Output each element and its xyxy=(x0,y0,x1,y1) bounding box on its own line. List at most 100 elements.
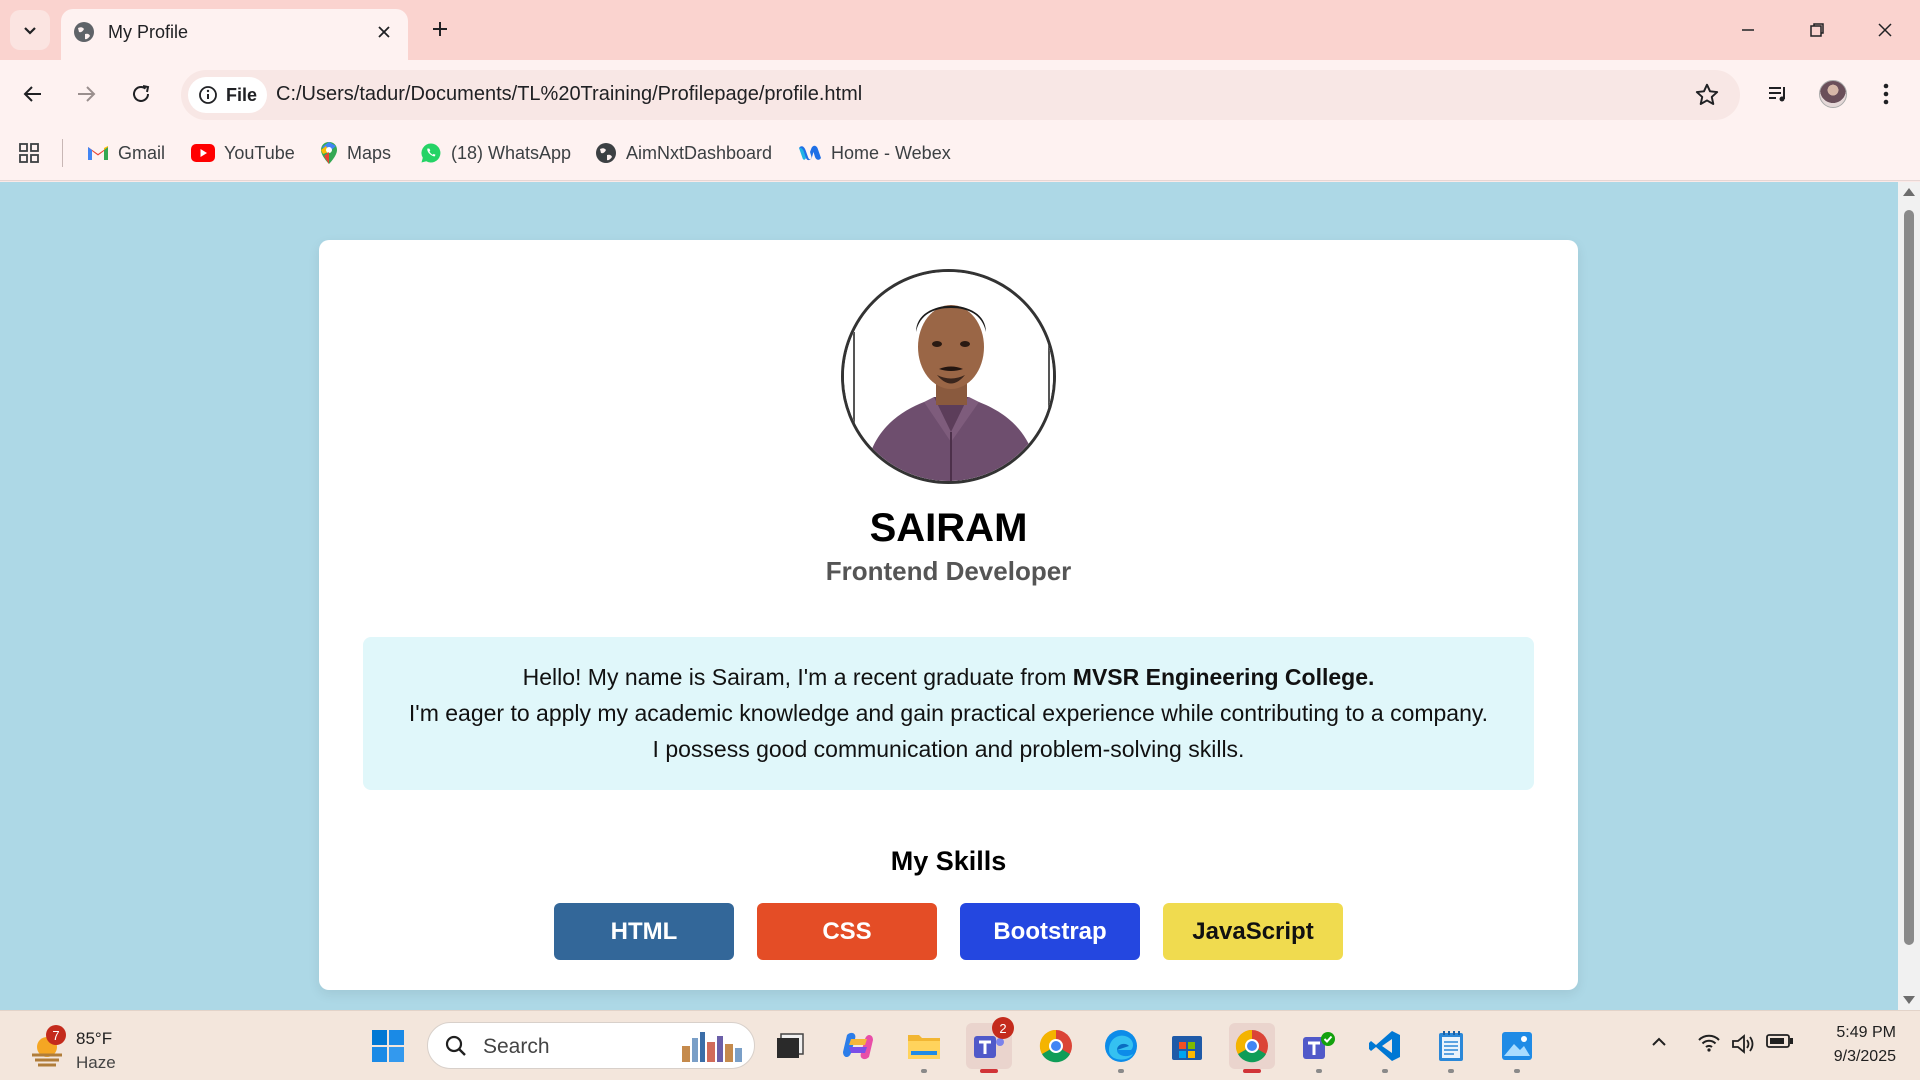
task-view-icon xyxy=(777,1033,804,1058)
bookmark-aimnxtdashboard[interactable]: AimNxtDashboard xyxy=(595,138,772,168)
taskbar-microsoft-store[interactable] xyxy=(1164,1023,1210,1069)
skill-badge-html[interactable]: HTML xyxy=(554,903,734,960)
vscode-icon xyxy=(1369,1031,1400,1061)
battery-status[interactable] xyxy=(1766,1033,1794,1049)
bookmarks-divider xyxy=(62,139,63,167)
taskbar-search[interactable]: Search xyxy=(427,1022,755,1069)
browser-menu-button[interactable] xyxy=(1866,74,1906,114)
windows-taskbar: 7 85°F Haze Search 2 5:49 PM 9/3/2025 xyxy=(0,1010,1920,1080)
about-line-1-text: Hello! My name is Sairam, I'm a recent g… xyxy=(522,664,1073,690)
skills-list: HTML CSS Bootstrap JavaScript xyxy=(319,903,1578,960)
tab-my-profile[interactable]: My Profile xyxy=(61,9,408,60)
bookmark-label: Gmail xyxy=(118,142,166,163)
chevron-up-icon xyxy=(1652,1037,1666,1046)
profile-button[interactable] xyxy=(1813,74,1853,114)
bookmark-gmail[interactable]: Gmail xyxy=(87,138,165,168)
folder-icon xyxy=(908,1035,940,1059)
running-indicator xyxy=(921,1069,927,1073)
windows-logo-icon xyxy=(372,1030,404,1062)
profile-name: SAIRAM xyxy=(869,506,1028,550)
site-info-chip[interactable]: File xyxy=(188,77,267,113)
start-button[interactable] xyxy=(365,1023,411,1069)
profile-card: SAIRAM Frontend Developer Hello! My name… xyxy=(319,240,1578,990)
browser-toolbar: File C:/Users/tadur/Documents/TL%20Train… xyxy=(0,60,1920,127)
bookmark-maps[interactable]: Maps xyxy=(320,138,391,168)
notepad-icon xyxy=(1439,1031,1463,1061)
weather-widget[interactable]: 7 85°F Haze xyxy=(26,1019,136,1073)
whatsapp-icon xyxy=(421,143,441,163)
close-tab-button[interactable] xyxy=(372,20,396,44)
taskbar-teams-personal[interactable] xyxy=(1296,1023,1342,1073)
bookmark-whatsapp[interactable]: (18) WhatsApp xyxy=(420,138,571,168)
arrow-right-icon xyxy=(78,86,96,102)
media-control-button[interactable] xyxy=(1758,74,1798,114)
teams-notification-badge: 2 xyxy=(992,1017,1014,1039)
taskbar-task-view[interactable] xyxy=(767,1023,813,1069)
taskbar-photos[interactable] xyxy=(1494,1023,1540,1073)
volume-control[interactable] xyxy=(1731,1033,1757,1055)
taskbar-vscode[interactable] xyxy=(1362,1023,1408,1073)
tab-title: My Profile xyxy=(108,22,189,42)
teams-icon xyxy=(1303,1032,1335,1059)
chevron-down-icon xyxy=(24,27,36,35)
apps-button[interactable] xyxy=(18,138,40,168)
profile-photo-image xyxy=(844,272,1053,481)
bookmark-star-button[interactable] xyxy=(1694,82,1720,113)
minimize-icon xyxy=(1742,29,1754,31)
wifi-status[interactable] xyxy=(1697,1033,1721,1053)
running-indicator xyxy=(1382,1069,1388,1073)
skill-badge-css[interactable]: CSS xyxy=(757,903,937,960)
forward-button[interactable] xyxy=(66,74,106,114)
clock-time: 5:49 PM xyxy=(1836,1024,1896,1041)
star-icon xyxy=(1695,83,1719,105)
bookmark-label: Home - Webex xyxy=(831,142,951,163)
webex-icon xyxy=(799,145,821,161)
gmail-icon xyxy=(88,146,108,160)
reload-icon xyxy=(133,85,150,102)
skills-heading: My Skills xyxy=(890,846,1007,876)
show-hidden-icons-button[interactable] xyxy=(1650,1033,1668,1051)
url-text[interactable]: C:/Users/tadur/Documents/TL%20Training/P… xyxy=(276,83,862,106)
running-indicator xyxy=(1118,1069,1124,1073)
scrollbar-thumb[interactable] xyxy=(1904,210,1914,945)
bookmark-label: YouTube xyxy=(224,142,295,163)
skill-badge-bootstrap[interactable]: Bootstrap xyxy=(960,903,1140,960)
scroll-up-arrow[interactable] xyxy=(1903,188,1915,196)
system-clock[interactable]: 5:49 PM 9/3/2025 xyxy=(1834,1021,1896,1069)
taskbar-teams-work[interactable]: 2 xyxy=(966,1017,1014,1073)
playlist-icon xyxy=(1769,87,1785,102)
weather-condition: Haze xyxy=(76,1053,116,1072)
close-window-button[interactable] xyxy=(1862,10,1908,50)
page-scrollbar[interactable] xyxy=(1898,182,1920,1010)
bookmark-youtube[interactable]: YouTube xyxy=(191,138,295,168)
close-icon xyxy=(1878,23,1892,37)
taskbar-copilot[interactable] xyxy=(835,1023,881,1069)
taskbar-chrome-profile[interactable] xyxy=(1033,1023,1079,1069)
taskbar-notepad[interactable] xyxy=(1428,1023,1474,1073)
skill-badge-javascript[interactable]: JavaScript xyxy=(1163,903,1343,960)
taskbar-chrome-active[interactable] xyxy=(1229,1023,1275,1073)
new-tab-button[interactable] xyxy=(423,12,457,46)
youtube-icon xyxy=(191,144,215,162)
address-bar[interactable]: File C:/Users/tadur/Documents/TL%20Train… xyxy=(181,70,1740,120)
scroll-down-arrow[interactable] xyxy=(1903,996,1915,1004)
minimize-button[interactable] xyxy=(1725,10,1771,50)
bookmark-home-webex[interactable]: Home - Webex xyxy=(798,138,951,168)
back-button[interactable] xyxy=(13,74,53,114)
about-line-1: Hello! My name is Sairam, I'm a recent g… xyxy=(363,659,1534,695)
running-indicator xyxy=(980,1069,998,1073)
browser-title-bar: My Profile xyxy=(0,0,1920,60)
reload-button[interactable] xyxy=(121,74,161,114)
site-chip-label: File xyxy=(226,84,258,105)
taskbar-file-explorer[interactable] xyxy=(901,1023,947,1073)
bookmark-label: Maps xyxy=(347,142,392,163)
profile-photo xyxy=(841,269,1056,484)
profile-role: Frontend Developer xyxy=(825,556,1072,586)
volume-icon xyxy=(1732,1034,1754,1054)
taskbar-edge[interactable] xyxy=(1098,1023,1144,1073)
restore-button[interactable] xyxy=(1794,10,1840,50)
college-name: MVSR Engineering College. xyxy=(1072,664,1375,690)
tab-search-button[interactable] xyxy=(10,10,50,50)
arrow-left-icon xyxy=(23,86,41,102)
chrome-icon xyxy=(1235,1029,1268,1063)
